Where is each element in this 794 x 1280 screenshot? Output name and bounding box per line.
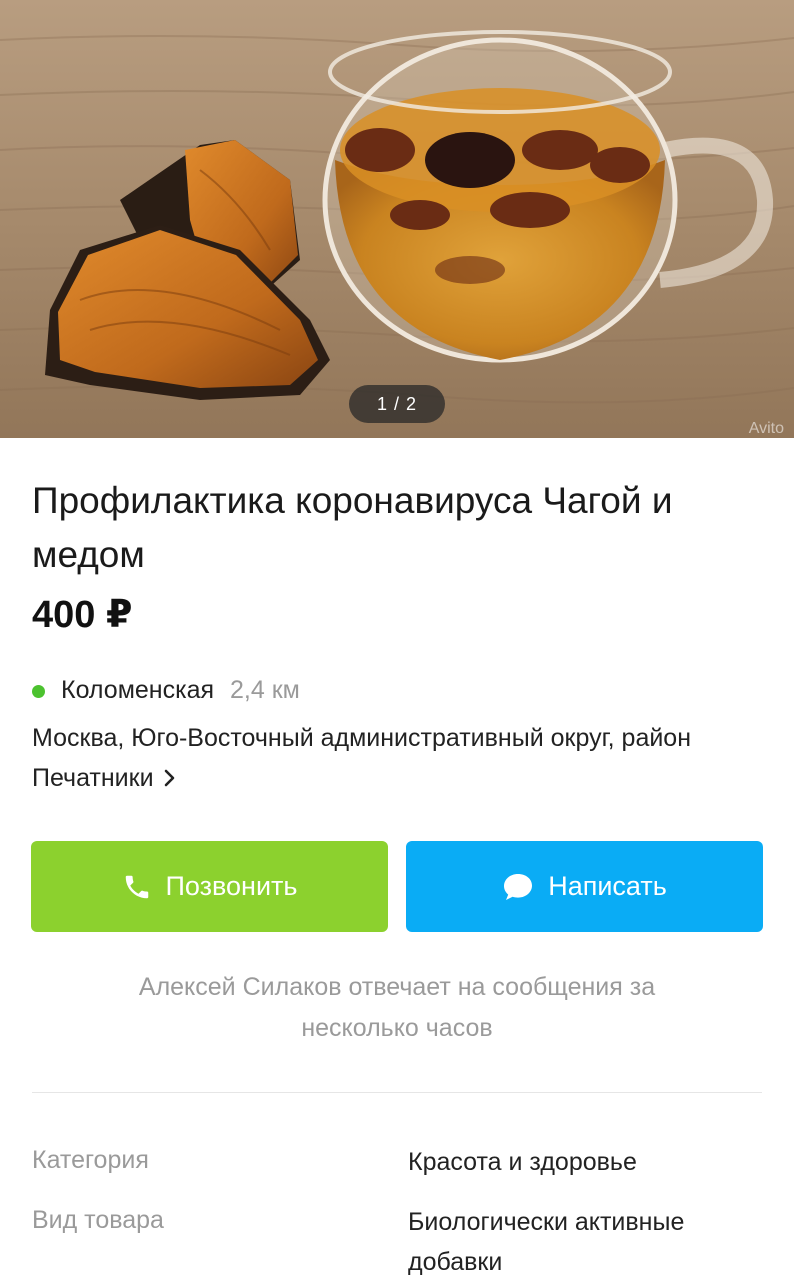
section-divider [32, 1092, 762, 1093]
phone-icon [125, 875, 148, 898]
param-value-product-type: Биологически активные добавки [408, 1208, 685, 1276]
address-text: Москва, Юго-Восточный административный о… [32, 724, 692, 792]
message-button[interactable]: Написать [406, 841, 763, 932]
listing-title: Профилактика коронавируса Чагой и медом [32, 480, 673, 575]
metro-station: Коломенская [61, 676, 215, 704]
message-button-label: Написать [548, 871, 667, 901]
param-label-category: Категория [32, 1146, 149, 1174]
call-button-label: Позвонить [165, 871, 298, 901]
listing-photo [0, 0, 794, 438]
photo-counter: 1 / 2 [349, 385, 445, 423]
metro-info: Коломенская 2,4 км [32, 676, 300, 705]
seller-reply-note: Алексей Силаков отвечает на сообщения за… [138, 973, 656, 1042]
listing-photo-gallery[interactable]: 1 / 2 Avito [0, 0, 794, 438]
call-button[interactable]: Позвонить [31, 841, 388, 932]
watermark: Avito [748, 420, 784, 437]
param-label-product-type: Вид товара [32, 1206, 164, 1234]
chat-bubble-icon [504, 873, 533, 900]
address-link[interactable]: Москва, Юго-Восточный административный о… [32, 718, 772, 799]
metro-distance: 2,4 км [230, 676, 300, 704]
chevron-right-icon [164, 759, 176, 799]
param-value-category: Красота и здоровье [408, 1148, 637, 1176]
metro-line-dot [32, 685, 45, 698]
listing-price: 400 ₽ [32, 594, 133, 636]
